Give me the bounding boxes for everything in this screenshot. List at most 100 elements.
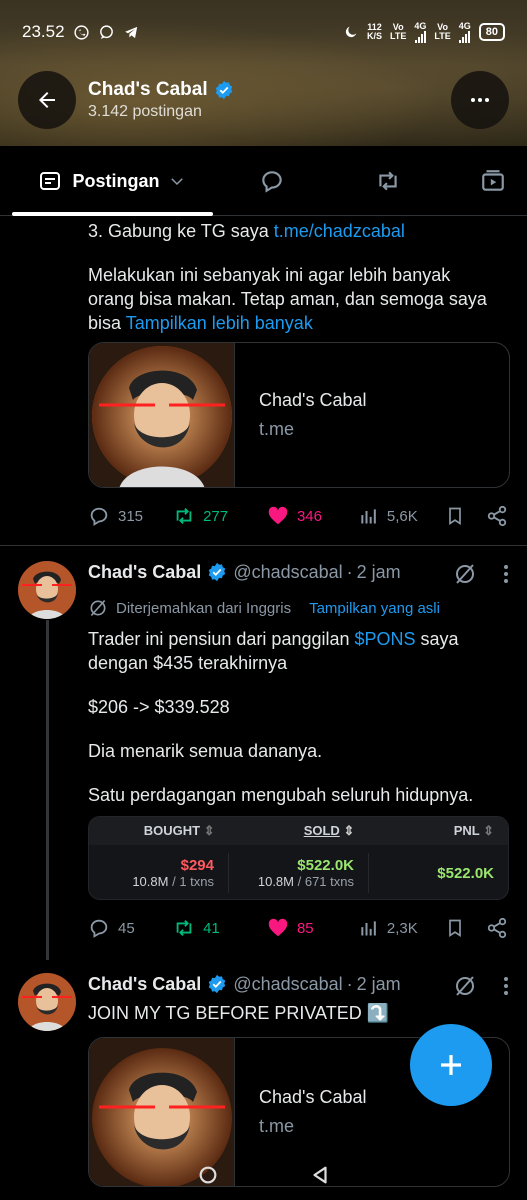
message-icon [99,24,113,39]
battery-indicator: 80 [478,23,505,41]
like-count: 85 [296,919,314,937]
moon-icon [345,26,357,38]
tweet-divider [0,545,527,546]
profile-name: Chad's Cabal [88,79,208,100]
reply-icon [262,171,282,193]
pnl-value: $522.0K [437,864,494,882]
analytics-icon [361,509,376,524]
share-button[interactable] [486,917,508,939]
sim2-volte: Vo LTE [434,22,451,41]
sim2-signal: 4G [459,21,471,43]
views-button[interactable]: 5,6K [359,506,445,526]
translated-from-label: Diterjemahkan dari Inggris [116,599,292,617]
link-card-title: Chad's Cabal [259,1087,367,1107]
share-button[interactable] [486,505,508,527]
tweet1-tg-link[interactable]: t.me/chadzcabal [274,221,405,241]
show-more-link[interactable]: Tampilkan lebih banyak [126,313,313,333]
tweet2-tools [453,562,509,586]
more-options-button[interactable] [451,71,509,129]
heart-icon [268,918,288,937]
tweet1-actions: 315 277 346 5,6K [88,501,508,531]
reply-count: 45 [118,919,135,937]
timestamp[interactable]: 2 jam [357,562,401,583]
translate-icon [90,599,106,617]
tab-posts[interactable]: Postingan [12,146,212,216]
link-card-thumbnail [89,343,235,487]
view-count: 2,3K [386,919,418,937]
repost-icon [379,171,397,191]
back-button[interactable] [18,71,76,129]
reply-count: 315 [118,507,144,525]
verified-badge-icon [209,562,226,582]
tweet3-tools [453,974,509,998]
trade-table-header: BOUGHT ⇕ SOLD ⇕ PNL ⇕ [89,817,508,845]
reply-button[interactable]: 45 [88,917,173,939]
cashtag-link[interactable]: $PONS [355,629,416,649]
tweet3-header: Chad's Cabal @chadscabal · 2 jam [88,973,401,995]
link-card-domain: t.me [259,419,295,439]
share-icon [487,505,507,527]
back-triangle-icon[interactable] [309,1164,331,1186]
more-vertical-icon[interactable] [503,564,509,584]
whatsapp-icon [73,24,89,40]
bookmark-button[interactable] [445,505,486,527]
tab-bar: Postingan [0,146,527,216]
sim1-signal: 4G [414,21,426,43]
like-count: 346 [296,507,322,525]
posts-icon [40,172,61,190]
tweet1-link-card[interactable]: Chad's Cabal t.me [88,342,510,488]
profile-header: Chad's Cabal 3.142 postingan [18,70,509,130]
show-original-link[interactable]: Tampilkan yang asli [309,600,440,617]
status-bar: 23.52 112 K/S Vo LTE 4G Vo LTE 4G 80 [22,18,505,46]
tab-media[interactable] [480,146,527,216]
repost-count: 41 [203,919,220,937]
grok-icon[interactable] [453,974,477,998]
verified-badge-icon [215,80,232,100]
views-button[interactable]: 2,3K [359,918,445,938]
tab-reposts[interactable] [358,146,418,216]
repost-count: 277 [203,507,229,525]
plus-icon [441,1055,461,1075]
grok-icon[interactable] [453,562,477,586]
reply-icon [90,507,108,526]
verified-badge-icon [209,974,226,994]
author-handle[interactable]: @chadscabal [233,974,342,995]
telegram-icon [124,26,137,38]
repost-button[interactable]: 41 [173,917,267,939]
sim1-volte: Vo LTE [390,22,407,41]
translation-notice: Diterjemahkan dari Inggris Tampilkan yan… [88,596,440,620]
bought-value: $294 [180,857,214,874]
trade-image[interactable]: BOUGHT ⇕ SOLD ⇕ PNL ⇕ $294 10.8M / 1 txn… [88,816,509,900]
thread-line [46,620,49,960]
tweet2-header: Chad's Cabal @chadscabal · 2 jam [88,561,401,583]
tweet1-text: 3. Gabung ke TG saya t.me/chadzcabal Mel… [88,221,487,333]
tweet2-text: Trader ini pensiun dari panggilan $PONS … [88,629,474,805]
tab-replies[interactable] [242,146,302,216]
trade-table-row: $294 10.8M / 1 txns $522.0K 10.8M / 671 … [89,845,508,899]
more-vertical-icon[interactable] [503,976,509,996]
link-card-title: Chad's Cabal [259,390,367,410]
home-circle-icon[interactable] [197,1164,219,1186]
reply-button[interactable]: 315 [88,505,173,527]
media-icon [482,170,504,191]
more-horizontal-icon [471,98,489,102]
arrow-left-icon [39,92,55,108]
view-count: 5,6K [386,507,418,525]
repost-button[interactable]: 277 [173,505,267,527]
timestamp[interactable]: 2 jam [357,974,401,995]
avatar[interactable] [18,561,76,619]
post-count: 3.142 postingan [88,103,202,120]
system-nav-bar [0,1150,527,1200]
author-name[interactable]: Chad's Cabal [88,562,201,583]
compose-button[interactable] [410,1024,492,1106]
col-sold: SOLD ⇕ [303,823,355,838]
like-button[interactable]: 85 [267,917,359,939]
repost-icon [176,920,192,936]
avatar[interactable] [18,973,76,1031]
link-card-domain: t.me [259,1116,295,1136]
chevron-down-icon[interactable] [168,172,186,190]
like-button[interactable]: 346 [267,505,359,527]
author-name[interactable]: Chad's Cabal [88,974,201,995]
author-handle[interactable]: @chadscabal [233,562,342,583]
bookmark-button[interactable] [445,917,486,939]
